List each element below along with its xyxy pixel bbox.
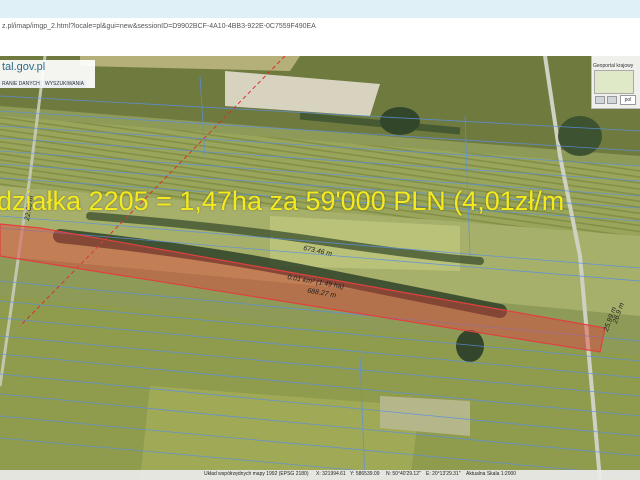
coord-x: X: 321994.61 [316, 471, 346, 477]
coord-lat: E: 20°13'29.31'' [426, 471, 461, 477]
scale-label: Aktualna Skala 1:2000 [466, 471, 517, 477]
overview-mini-map[interactable] [594, 70, 634, 94]
browser-tab-strip [0, 0, 640, 18]
tab-wyszukiwania[interactable]: WYSZUKIWANIA [43, 80, 86, 88]
browser-content-gap [0, 38, 640, 56]
language-select[interactable]: pol [620, 95, 636, 105]
map-viewport[interactable] [0, 56, 640, 480]
satellite-map[interactable] [0, 56, 640, 480]
print-button[interactable] [607, 96, 617, 104]
coord-lon: N: 50°40'29.12'' [386, 471, 421, 477]
geoportal-logo[interactable]: tal.gov.pl [2, 61, 45, 73]
status-bar: Układ współrzędnych mapy 1992 (EPSG 2180… [0, 470, 640, 480]
url-text[interactable]: z.pl/imap/imgp_2.html?locale=pl&gui=new&… [2, 23, 316, 30]
widget-title: Geoportal krajowy [593, 63, 634, 69]
tree-cluster-north [380, 107, 420, 135]
tree-cluster-east [558, 116, 602, 156]
price-headline: działka 2205 = 1,47ha za 59'000 PLN (4,0… [0, 186, 565, 216]
address-bar[interactable]: z.pl/imap/imgp_2.html?locale=pl&gui=new&… [0, 20, 640, 39]
zoom-button[interactable] [595, 96, 605, 104]
crs-label: Układ współrzędnych mapy 1992 (EPSG 2180… [204, 471, 309, 477]
tab-pobieranie-danych[interactable]: RANIE DANYCH [0, 80, 42, 88]
coord-y: Y: 586539.09 [350, 471, 380, 477]
